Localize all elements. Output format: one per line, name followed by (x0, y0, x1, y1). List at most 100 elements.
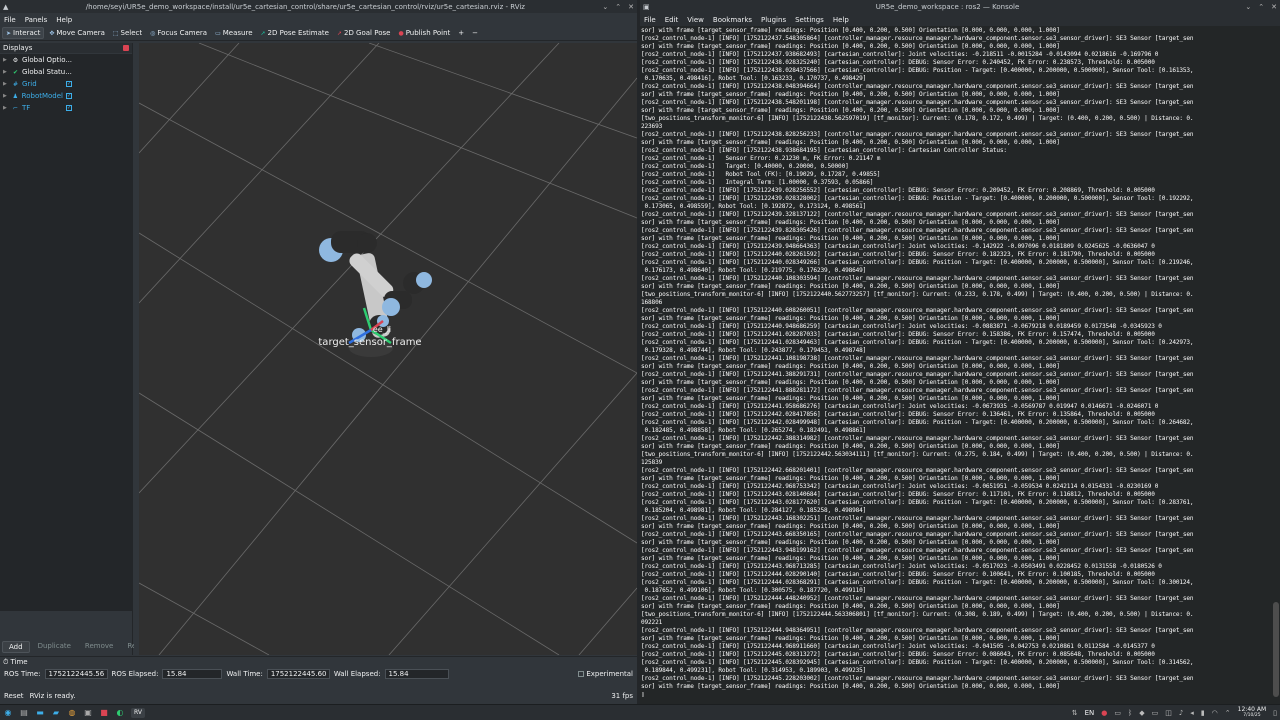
menu-settings[interactable]: Settings (795, 16, 824, 24)
maximize-icon[interactable]: ⌃ (1258, 3, 1264, 11)
move-camera-tool[interactable]: ✥ Move Camera (46, 28, 108, 38)
reset-button[interactable]: Reset (4, 692, 24, 700)
enabled-checkbox[interactable]: ✓ (66, 81, 72, 87)
focus-icon: ◎ (150, 29, 156, 37)
display-item-global-status[interactable]: ▶ ✔ Global Statu... (0, 66, 132, 78)
app-launcher-icon[interactable]: ◉ (3, 708, 13, 718)
menu-file[interactable]: File (644, 16, 656, 24)
rviz-titlebar[interactable]: ▲ /home/seyi/UR5e_demo_workspace/install… (0, 0, 637, 13)
goal-pose-tool[interactable]: ➚ 2D Goal Pose (334, 28, 393, 38)
display-item-grid[interactable]: ▶ # Grid ✓ (0, 78, 132, 90)
remove-tool-button[interactable]: − (469, 28, 481, 38)
clock[interactable]: 12:40 AM 7/10/25 (1238, 706, 1266, 719)
bluetooth-icon[interactable]: ᛒ (1128, 709, 1132, 717)
terminal-line: [two_positions_transform_monitor-6] [INF… (641, 291, 1194, 298)
enabled-checkbox[interactable]: ✓ (66, 93, 72, 99)
minimize-icon[interactable]: ⌄ (1245, 3, 1251, 11)
terminal-scrollbar[interactable] (1272, 27, 1280, 699)
add-button[interactable]: Add (2, 641, 30, 653)
close-icon[interactable]: ✕ (628, 3, 634, 11)
experimental-toggle[interactable]: Experimental (578, 670, 633, 678)
battery-icon[interactable]: ▮ (1201, 709, 1205, 717)
menu-edit[interactable]: Edit (665, 16, 679, 24)
terminal-line: sor] with frame [target_sensor_frame] re… (641, 475, 1060, 482)
expand-icon[interactable]: ▶ (3, 69, 9, 75)
interact-tool[interactable]: ➤ Interact (2, 27, 45, 39)
terminal-line: [ros2_control_node-1] [INFO] [1752122438… (641, 67, 1194, 74)
microphone-icon[interactable]: ♪ (1179, 709, 1183, 717)
display-item-robotmodel[interactable]: ▶ ♟ RobotModel ✓ (0, 90, 132, 102)
time-panel-title: ⏱ Time (3, 657, 28, 667)
file-manager-icon[interactable]: ▰ (51, 708, 61, 718)
menu-file[interactable]: File (4, 16, 16, 24)
remove-button[interactable]: Remove (79, 641, 119, 653)
terminal-line: sor] with frame [target_sensor_frame] re… (641, 43, 1060, 50)
chrome-icon[interactable]: ◍ (67, 708, 77, 718)
app-icon[interactable]: ◐ (115, 708, 125, 718)
menu-help[interactable]: Help (56, 16, 72, 24)
expand-icon[interactable]: ▶ (3, 57, 9, 63)
system-tray: ⇅ EN ● ▭ ᛒ ◆ ▭ ◫ ♪ ◂ ▮ ◠ ⌃ 12:40 AM 7/10… (1072, 706, 1277, 719)
displays-panel-title: Displays (0, 43, 132, 53)
3d-viewport[interactable]: ee_li target_sensor_frame (139, 43, 637, 655)
expand-tray-icon[interactable]: ⌃ (1225, 709, 1231, 717)
vpn-icon[interactable]: ◆ (1139, 709, 1144, 717)
maximize-icon[interactable]: ⌃ (615, 3, 621, 11)
terminal-line: [ros2_control_node-1] [INFO] [1752122444… (641, 643, 1155, 650)
menu-bookmarks[interactable]: Bookmarks (713, 16, 752, 24)
terminal-line: [ros2_control_node-1] [INFO] [1752122443… (641, 499, 1194, 506)
publish-point-tool[interactable]: ● Publish Point (395, 28, 453, 38)
terminal-line: 092221 (641, 619, 663, 626)
rviz-task-icon[interactable]: RV (131, 707, 145, 718)
terminal-line: 223693 (641, 123, 663, 130)
show-desktop-icon[interactable]: ▯ (1273, 709, 1277, 717)
terminal-line: [ros2_control_node-1] [INFO] [1752122437… (641, 51, 1159, 58)
expand-icon[interactable]: ▶ (3, 93, 9, 99)
terminal-line: [ros2_control_node-1] [INFO] [1752122439… (641, 243, 1155, 250)
expand-icon[interactable]: ▶ (3, 81, 9, 87)
scrollbar-thumb[interactable] (1273, 602, 1279, 697)
pager-icon[interactable]: ▤ (19, 708, 29, 718)
menu-plugins[interactable]: Plugins (761, 16, 786, 24)
menu-view[interactable]: View (687, 16, 704, 24)
duplicate-button[interactable]: Duplicate (32, 641, 77, 653)
menu-help[interactable]: Help (833, 16, 849, 24)
experimental-checkbox[interactable] (578, 670, 585, 677)
status-message: RViz is ready. (29, 692, 76, 700)
app-icon[interactable]: ■ (99, 708, 109, 718)
display-item-tf[interactable]: ▶ ⌐ TF ✓ (0, 102, 132, 114)
rviz-statusbar: Reset RViz is ready. 31 fps (0, 690, 637, 702)
close-panel-icon[interactable] (123, 45, 129, 51)
update-icon[interactable]: ● (1101, 709, 1107, 717)
terminal-line: 0.170635, 0.498416], Robot Tool: [0.1632… (641, 75, 867, 82)
terminal-line: 0.185204, 0.498981], Robot Tool: [0.2841… (641, 507, 867, 514)
pose-estimate-tool[interactable]: ➚ 2D Pose Estimate (258, 28, 332, 38)
focus-camera-tool[interactable]: ◎ Focus Camera (147, 28, 210, 38)
terminal-output[interactable]: sor] with frame [target_sensor_frame] re… (641, 27, 1271, 699)
measure-tool[interactable]: ▭ Measure (212, 28, 255, 38)
konsole-titlebar[interactable]: ▣ UR5e_demo_workspace : ros2 — Konsole ⌄… (640, 0, 1280, 13)
close-icon[interactable]: ✕ (1271, 3, 1277, 11)
enabled-checkbox[interactable]: ✓ (66, 105, 72, 111)
add-tool-button[interactable]: + (455, 28, 467, 38)
terminal-line: 0.189844, 0.499231], Robot Tool: [0.3149… (641, 667, 867, 674)
network-icon[interactable]: ⇅ (1072, 709, 1078, 717)
terminal-line: [ros2_control_node-1] [INFO] [1752122443… (641, 547, 1194, 554)
display-icon[interactable]: ▭ (1152, 709, 1159, 717)
terminal-line: [ros2_control_node-1] [INFO] [1752122437… (641, 35, 1194, 42)
display-item-global-options[interactable]: ▶ ⚙ Global Optio... (0, 54, 132, 66)
clipboard-icon[interactable]: ▭ (1114, 709, 1121, 717)
expand-icon[interactable]: ▶ (3, 105, 9, 111)
language-indicator[interactable]: EN (1085, 709, 1095, 717)
notifications-icon[interactable]: ◫ (1165, 709, 1172, 717)
wifi-icon[interactable]: ◠ (1212, 709, 1218, 717)
select-icon: ⬚ (112, 29, 119, 37)
ruler-icon: ▭ (215, 29, 221, 37)
desktop-icon[interactable]: ▬ (35, 708, 45, 718)
menu-panels[interactable]: Panels (25, 16, 48, 24)
minimize-icon[interactable]: ⌄ (602, 3, 608, 11)
select-tool[interactable]: ⬚ Select (110, 28, 145, 38)
volume-icon[interactable]: ◂ (1190, 709, 1194, 717)
terminal-line: sor] with frame [target_sensor_frame] re… (641, 379, 1060, 386)
terminal-icon[interactable]: ▣ (83, 708, 93, 718)
